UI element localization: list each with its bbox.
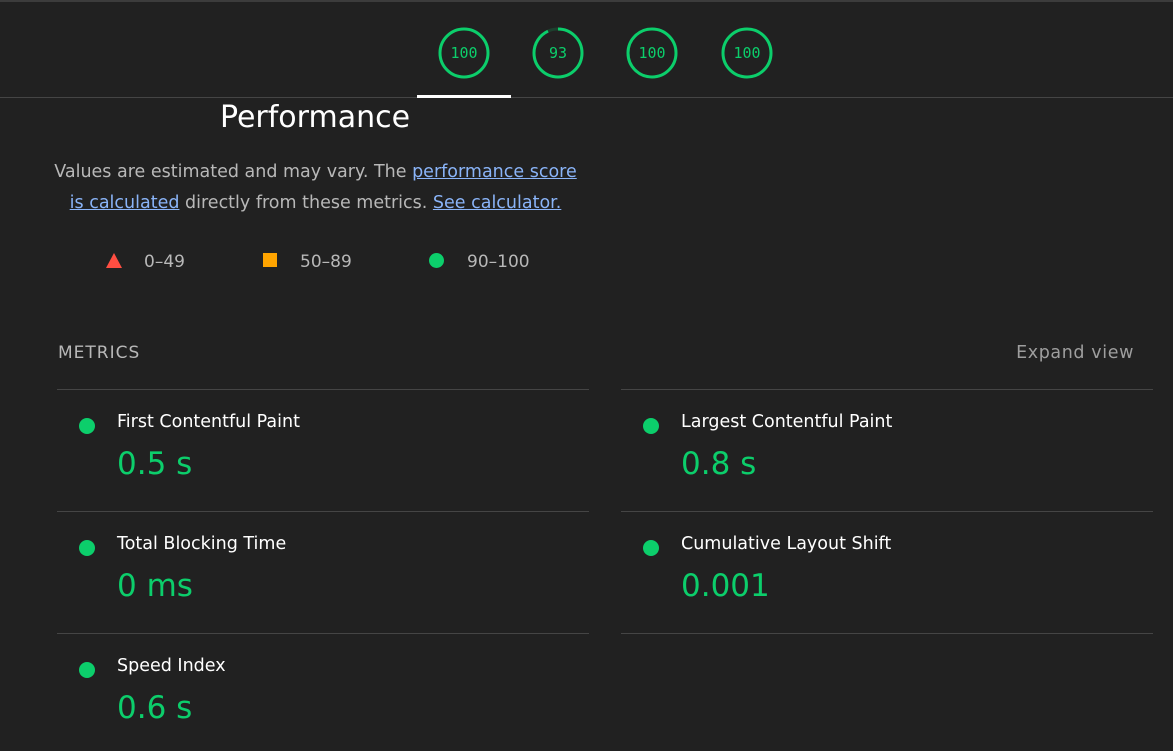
description-text: Values are estimated and may vary. The [54, 162, 413, 182]
description-text: directly from these metrics. [179, 193, 433, 213]
gauge-score: 100 [638, 44, 666, 62]
legend-label: 90–100 [467, 252, 530, 272]
pass-circle-icon [643, 540, 659, 556]
metric-first-contentful-paint: First Contentful Paint 0.5 s [57, 389, 589, 511]
legend-fail: 0–49 [106, 250, 226, 274]
metric-name: Largest Contentful Paint [681, 412, 893, 432]
pass-circle-icon [79, 662, 95, 678]
metric-name: First Contentful Paint [117, 412, 300, 432]
gauge-score: 93 [548, 44, 568, 62]
metric-largest-contentful-paint: Largest Contentful Paint 0.8 s [621, 389, 1153, 511]
metric-speed-index: Speed Index 0.6 s [57, 633, 589, 751]
metric-cumulative-layout-shift: Cumulative Layout Shift 0.001 [621, 511, 1153, 634]
square-icon [263, 253, 277, 267]
metric-value: 0.6 s [117, 690, 193, 726]
triangle-icon [106, 253, 122, 268]
legend-label: 0–49 [144, 252, 185, 272]
metric-value: 0.8 s [681, 446, 757, 482]
pass-circle-icon [79, 418, 95, 434]
see-calculator-link[interactable]: See calculator. [433, 193, 561, 213]
gauge-score: 100 [450, 44, 478, 62]
metric-value: 0 ms [117, 568, 193, 604]
metric-value: 0.5 s [117, 446, 193, 482]
gauge-score: 100 [733, 44, 761, 62]
gauge-seo[interactable]: 100 [720, 26, 774, 80]
pass-circle-icon [643, 418, 659, 434]
metric-value: 0.001 [681, 568, 770, 604]
gauge-best-practices[interactable]: 100 [625, 26, 679, 80]
metric-name: Speed Index [117, 656, 226, 676]
metric-name: Cumulative Layout Shift [681, 534, 892, 554]
gauge-performance[interactable]: 100 [437, 26, 491, 80]
expand-view-toggle[interactable]: Expand view [1016, 343, 1134, 363]
category-gauges: 100 93 100 100 [0, 2, 1173, 98]
gauge-accessibility[interactable]: 93 [531, 26, 585, 80]
performance-description: Values are estimated and may vary. The p… [52, 157, 579, 219]
metric-total-blocking-time: Total Blocking Time 0 ms [57, 511, 589, 633]
legend-average: 50–89 [262, 250, 382, 274]
circle-icon [429, 253, 444, 268]
legend-pass: 90–100 [429, 250, 559, 274]
page-title: Performance [219, 100, 411, 135]
metrics-heading: METRICS [58, 343, 141, 363]
metric-name: Total Blocking Time [117, 534, 287, 554]
pass-circle-icon [79, 540, 95, 556]
legend-label: 50–89 [300, 252, 352, 272]
